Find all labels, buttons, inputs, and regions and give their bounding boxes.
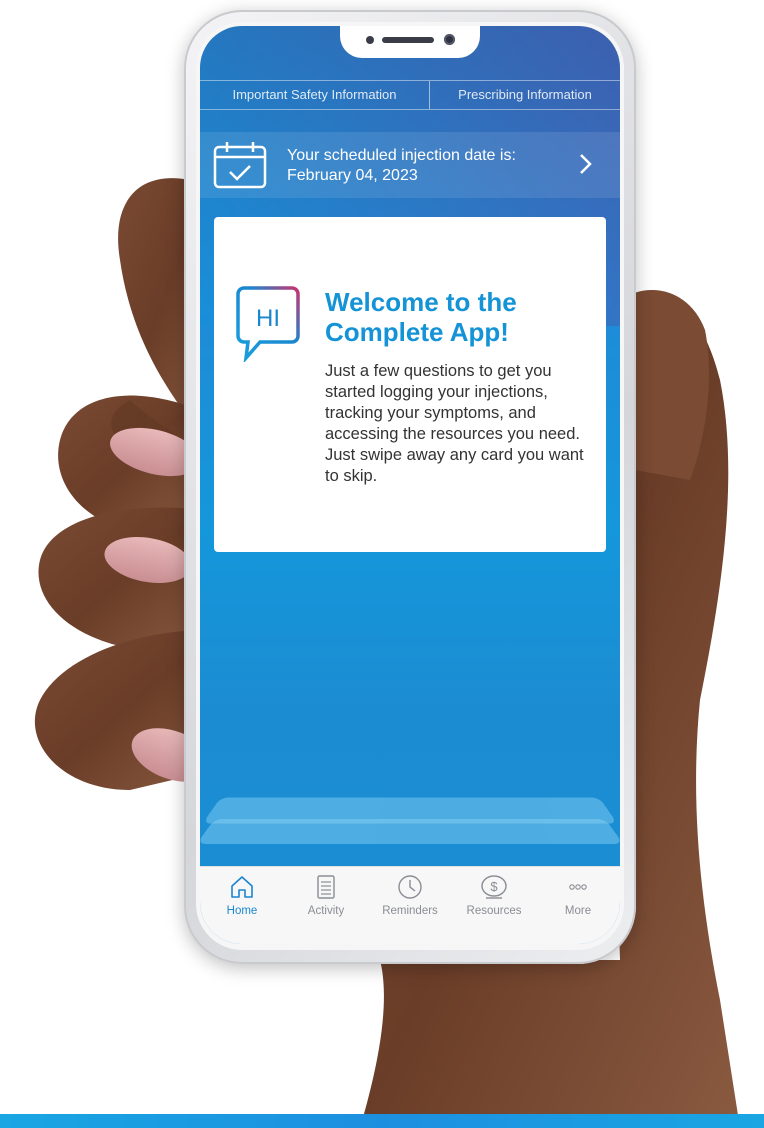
injection-date-text: Your scheduled injection date is: Februa… [287,146,516,186]
prescribing-information-link[interactable]: Prescribing Information [430,81,620,109]
tab-reminders[interactable]: Reminders [368,867,452,927]
clock-icon [398,875,422,899]
app-screen: Important Safety Information Prescribing… [200,26,620,944]
calendar-check-icon [213,142,267,189]
welcome-body: Just a few questions to get you started … [325,362,584,485]
hi-text: HI [256,305,280,332]
camera-dot [366,36,374,44]
info-links-bar: Important Safety Information Prescribing… [200,80,620,110]
tab-label: Activity [307,905,345,917]
injection-date-banner[interactable]: Your scheduled injection date is: Februa… [200,132,620,198]
speaker-grille [382,37,434,43]
tab-home[interactable]: Home [200,867,284,927]
injection-date-label: Your scheduled injection date is: [287,147,516,164]
phone-notch [340,26,480,58]
dollar-icon: $ [481,875,507,899]
more-dots-icon [569,884,587,890]
injection-date-value: February 04, 2023 [287,167,418,184]
tab-activity[interactable]: Activity [284,867,368,927]
tab-label: Resources [466,905,522,917]
chevron-right-icon [580,154,592,174]
important-safety-information-link[interactable]: Important Safety Information [200,81,430,109]
tab-label: More [564,905,592,917]
tab-label: Reminders [382,905,438,917]
tab-label: Home [226,905,258,917]
camera-lens [444,34,455,45]
tab-resources[interactable]: $ Resources [452,867,536,927]
welcome-card[interactable]: HI Welcome to the Complete App! Just a f… [214,217,606,552]
tab-more[interactable]: More [536,867,620,927]
speech-bubble-hi-icon: HI [236,286,300,362]
svg-text:$: $ [490,879,498,894]
welcome-title: Welcome to the Complete App! [325,287,517,347]
home-icon [231,876,253,898]
card-stack-shadow [200,819,620,844]
document-icon [317,875,335,899]
brand-swoosh [0,1114,764,1128]
bottom-tab-bar: Home Activity Reminders $ Resources More [200,866,620,944]
